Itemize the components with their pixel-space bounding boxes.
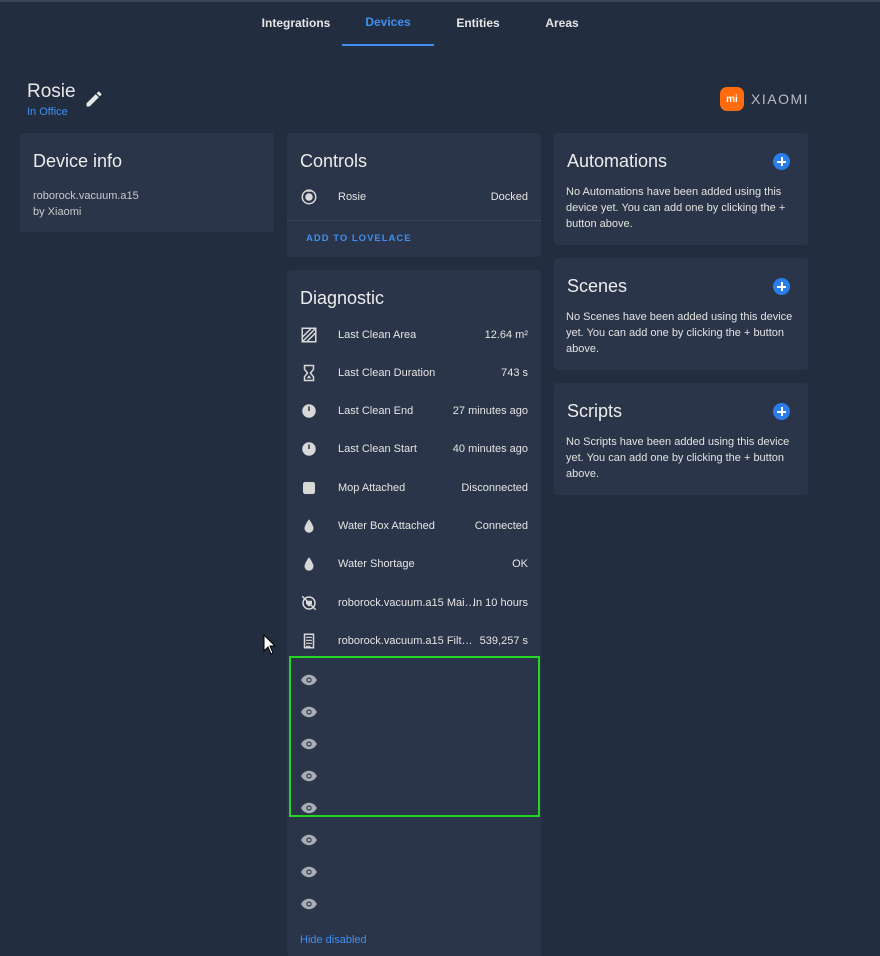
air-filter-icon	[300, 632, 318, 650]
eye-icon	[300, 767, 318, 785]
add-to-lovelace-button[interactable]: ADD TO LOVELACE	[306, 233, 412, 244]
hidden-entity-row[interactable]	[287, 798, 541, 818]
diagnostic-row[interactable]: Last Clean Duration 743 s	[287, 363, 541, 383]
diagnostic-name: Last Clean Area	[338, 329, 417, 341]
device-info-card: Device info roborock.vacuum.a15 by Xiaom…	[20, 133, 274, 232]
add-script-button[interactable]	[773, 403, 790, 420]
diagnostic-value: 12.64 m²	[484, 329, 528, 341]
diagnostic-value: 743 s	[501, 367, 528, 379]
device-model: roborock.vacuum.a15	[33, 190, 139, 202]
add-automation-button[interactable]	[773, 153, 790, 170]
hide-disabled-link[interactable]: Hide disabled	[300, 934, 367, 946]
diagnostic-value: 27 minutes ago	[452, 405, 528, 417]
add-scene-button[interactable]	[773, 278, 790, 295]
diagnostic-row[interactable]: Last Clean Start 40 minutes ago	[287, 439, 541, 459]
diagnostic-name: Last Clean Duration	[338, 367, 436, 379]
automations-card: Automations No Automations have been add…	[554, 133, 808, 245]
diagnostic-row[interactable]: Last Clean Area 12.64 m²	[287, 325, 541, 345]
entity-row-vacuum[interactable]: Rosie Docked	[287, 187, 541, 207]
hidden-entity-row[interactable]	[287, 702, 541, 722]
diagnostic-name: Water Box Attached	[338, 520, 435, 532]
config-tabs: Integrations Devices Entities Areas	[250, 0, 602, 46]
device-manufacturer: by Xiaomi	[33, 206, 82, 218]
tab-entities[interactable]: Entities	[434, 0, 522, 46]
hidden-entity-row[interactable]	[287, 734, 541, 754]
eye-icon	[300, 895, 318, 913]
xiaomi-logo-icon: mi	[720, 87, 744, 111]
diagnostic-value: 40 minutes ago	[452, 443, 528, 455]
hidden-entity-row[interactable]	[287, 670, 541, 690]
hidden-entity-row[interactable]	[287, 894, 541, 914]
brand-logo: mi XIAOMI	[720, 87, 809, 111]
scenes-card: Scenes No Scenes have been added using t…	[554, 258, 808, 370]
automations-description: No Automations have been added using thi…	[566, 186, 786, 230]
brush-off-icon	[300, 594, 318, 612]
tab-devices[interactable]: Devices	[342, 0, 434, 46]
hidden-entity-row[interactable]	[287, 862, 541, 882]
eye-icon	[300, 703, 318, 721]
tab-areas[interactable]: Areas	[522, 0, 602, 46]
diagnostic-row[interactable]: Water Box Attached Connected	[287, 516, 541, 536]
diagnostic-value: 539,257 s	[479, 635, 528, 647]
robot-vacuum-icon	[300, 188, 318, 206]
entity-name: Rosie	[338, 191, 367, 203]
hidden-entity-row[interactable]	[287, 766, 541, 786]
eye-icon	[300, 671, 318, 689]
scripts-title: Scripts	[567, 401, 623, 421]
controls-title: Controls	[300, 151, 368, 171]
diagnostic-card: Diagnostic Last Clean Area 12.64 m² Last…	[287, 270, 541, 956]
diagnostic-name: Last Clean End	[338, 405, 414, 417]
diagnostic-value: OK	[512, 558, 528, 570]
diagnostic-name: roborock.vacuum.a15 Main Brush Left	[338, 597, 476, 609]
device-info-title: Device info	[33, 151, 123, 171]
diagnostic-value: Disconnected	[461, 482, 528, 494]
device-area-link[interactable]: In Office	[27, 106, 68, 118]
device-name: Rosie	[27, 81, 76, 102]
scripts-description: No Scripts have been added using this de…	[566, 436, 790, 480]
texture-box-icon	[300, 326, 318, 344]
diagnostic-row[interactable]: Water Shortage OK	[287, 554, 541, 574]
hidden-entity-row[interactable]	[287, 830, 541, 850]
tab-integrations[interactable]: Integrations	[250, 0, 342, 46]
water-icon	[300, 517, 318, 535]
eye-icon	[300, 735, 318, 753]
eye-icon	[300, 799, 318, 817]
diagnostic-row[interactable]: roborock.vacuum.a15 Filter Left 539,257 …	[287, 631, 541, 651]
diagnostic-row[interactable]: roborock.vacuum.a15 Main Brush Left In 1…	[287, 593, 541, 613]
scenes-title: Scenes	[567, 276, 628, 296]
mouse-cursor-icon	[263, 634, 277, 655]
controls-card: Controls Rosie Docked ADD TO LOVELACE	[287, 133, 541, 257]
pencil-icon[interactable]	[84, 89, 104, 109]
automations-title: Automations	[567, 151, 668, 171]
clock-icon	[300, 402, 318, 420]
diagnostic-row[interactable]: Last Clean End 27 minutes ago	[287, 401, 541, 421]
eye-icon	[300, 831, 318, 849]
diagnostic-value: In 10 hours	[472, 597, 528, 609]
diagnostic-title: Diagnostic	[300, 288, 385, 308]
scripts-card: Scripts No Scripts have been added using…	[554, 383, 808, 495]
diagnostic-row[interactable]: Mop Attached Disconnected	[287, 478, 541, 498]
brand-name: XIAOMI	[751, 91, 810, 107]
diagnostic-value: Connected	[474, 520, 528, 532]
diagnostic-name: roborock.vacuum.a15 Filter Left	[338, 635, 476, 647]
divider	[287, 220, 541, 221]
square-icon	[300, 479, 318, 497]
eye-icon	[300, 863, 318, 881]
water-icon	[300, 555, 318, 573]
scenes-description: No Scenes have been added using this dev…	[566, 311, 793, 355]
diagnostic-name: Last Clean Start	[338, 443, 417, 455]
diagnostic-name: Water Shortage	[338, 558, 415, 570]
clock-icon	[300, 440, 318, 458]
timer-sand-icon	[300, 364, 318, 382]
entity-state: Docked	[490, 191, 528, 203]
diagnostic-name: Mop Attached	[338, 482, 406, 494]
